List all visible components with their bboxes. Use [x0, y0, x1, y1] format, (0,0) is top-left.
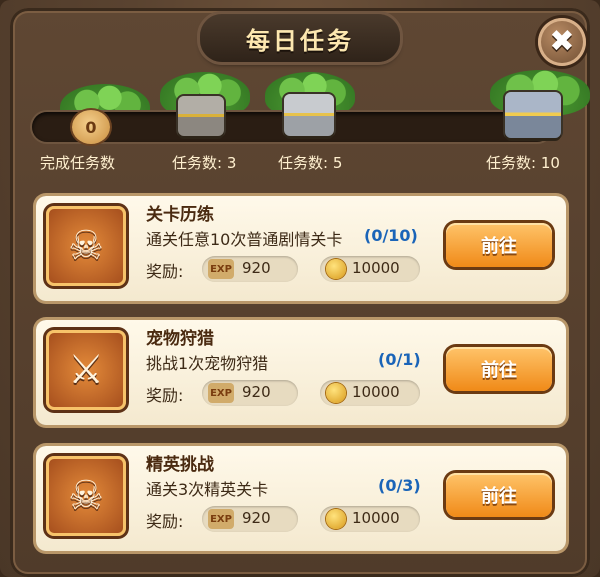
coin-icon — [326, 383, 346, 403]
exp-icon: EXP — [208, 383, 234, 403]
page-title: 每日任务 — [246, 26, 354, 55]
exp-value: 920 — [242, 383, 271, 401]
task-icon-frame: ⚔ — [46, 330, 126, 410]
task-description: 通关任意10次普通剧情关卡 — [146, 230, 343, 249]
task-card: ☠ 关卡历练 通关任意10次普通剧情关卡 (0/10) 奖励: EXP 920 … — [36, 196, 566, 301]
reward-label: 奖励: — [146, 262, 184, 281]
coin-icon — [326, 509, 346, 529]
title-banner: 每日任务 — [200, 14, 400, 62]
coin-value: 10000 — [352, 259, 400, 277]
task-icon-frame: ☠ — [46, 456, 126, 536]
gold-chest-icon[interactable] — [505, 92, 561, 138]
close-button[interactable]: ✖ — [538, 18, 586, 66]
task-progress: (0/3) — [378, 476, 421, 495]
task-name: 宠物狩猎 — [146, 329, 214, 349]
exp-value: 920 — [242, 259, 271, 277]
coin-value: 10000 — [352, 383, 400, 401]
coin-value: 10000 — [352, 509, 400, 527]
go-button-label: 前往 — [481, 236, 517, 257]
milestone-label: 任务数: 3 — [172, 154, 237, 172]
go-button-label: 前往 — [481, 360, 517, 381]
go-button[interactable]: 前往 — [446, 223, 552, 267]
exp-reward: EXP 920 — [202, 380, 298, 406]
task-progress: (0/10) — [364, 226, 418, 245]
beast-spear-icon: ⚔ — [68, 347, 104, 393]
crowned-skull-icon: ☠ — [68, 473, 104, 519]
task-progress: (0/1) — [378, 350, 421, 369]
task-icon-frame: ☠ — [46, 206, 126, 286]
daily-tasks-panel: 每日任务 ✖ 0 完成任务数 任务数: 3 任务数: 5 任务数: 10 ☠ 关… — [0, 0, 600, 577]
exp-reward: EXP 920 — [202, 256, 298, 282]
task-description: 通关3次精英关卡 — [146, 480, 269, 499]
coin-reward: 10000 — [320, 506, 420, 532]
progress-start-label: 完成任务数 — [40, 154, 116, 172]
exp-icon: EXP — [208, 509, 234, 529]
go-button[interactable]: 前往 — [446, 473, 552, 517]
silver-chest-icon[interactable] — [284, 94, 334, 136]
reward-label: 奖励: — [146, 512, 184, 531]
bronze-chest-icon[interactable] — [178, 96, 224, 136]
reward-label: 奖励: — [146, 386, 184, 405]
task-name: 精英挑战 — [146, 455, 214, 475]
skull-crossed-swords-icon: ☠ — [68, 223, 104, 269]
coin-icon — [326, 259, 346, 279]
exp-icon: EXP — [208, 259, 234, 279]
task-card: ☠ 精英挑战 通关3次精英关卡 (0/3) 奖励: EXP 920 10000 … — [36, 446, 566, 551]
coin-reward: 10000 — [320, 256, 420, 282]
progress-counter: 0 — [72, 110, 110, 144]
exp-reward: EXP 920 — [202, 506, 298, 532]
task-name: 关卡历练 — [146, 205, 214, 225]
close-icon: ✖ — [549, 24, 575, 59]
go-button[interactable]: 前往 — [446, 347, 552, 391]
coin-reward: 10000 — [320, 380, 420, 406]
task-description: 挑战1次宠物狩猎 — [146, 354, 269, 373]
go-button-label: 前往 — [481, 486, 517, 507]
progress-count: 0 — [85, 117, 97, 137]
task-card: ⚔ 宠物狩猎 挑战1次宠物狩猎 (0/1) 奖励: EXP 920 10000 … — [36, 320, 566, 425]
exp-value: 920 — [242, 509, 271, 527]
milestone-label: 任务数: 5 — [278, 154, 343, 172]
milestone-label: 任务数: 10 — [486, 154, 560, 172]
